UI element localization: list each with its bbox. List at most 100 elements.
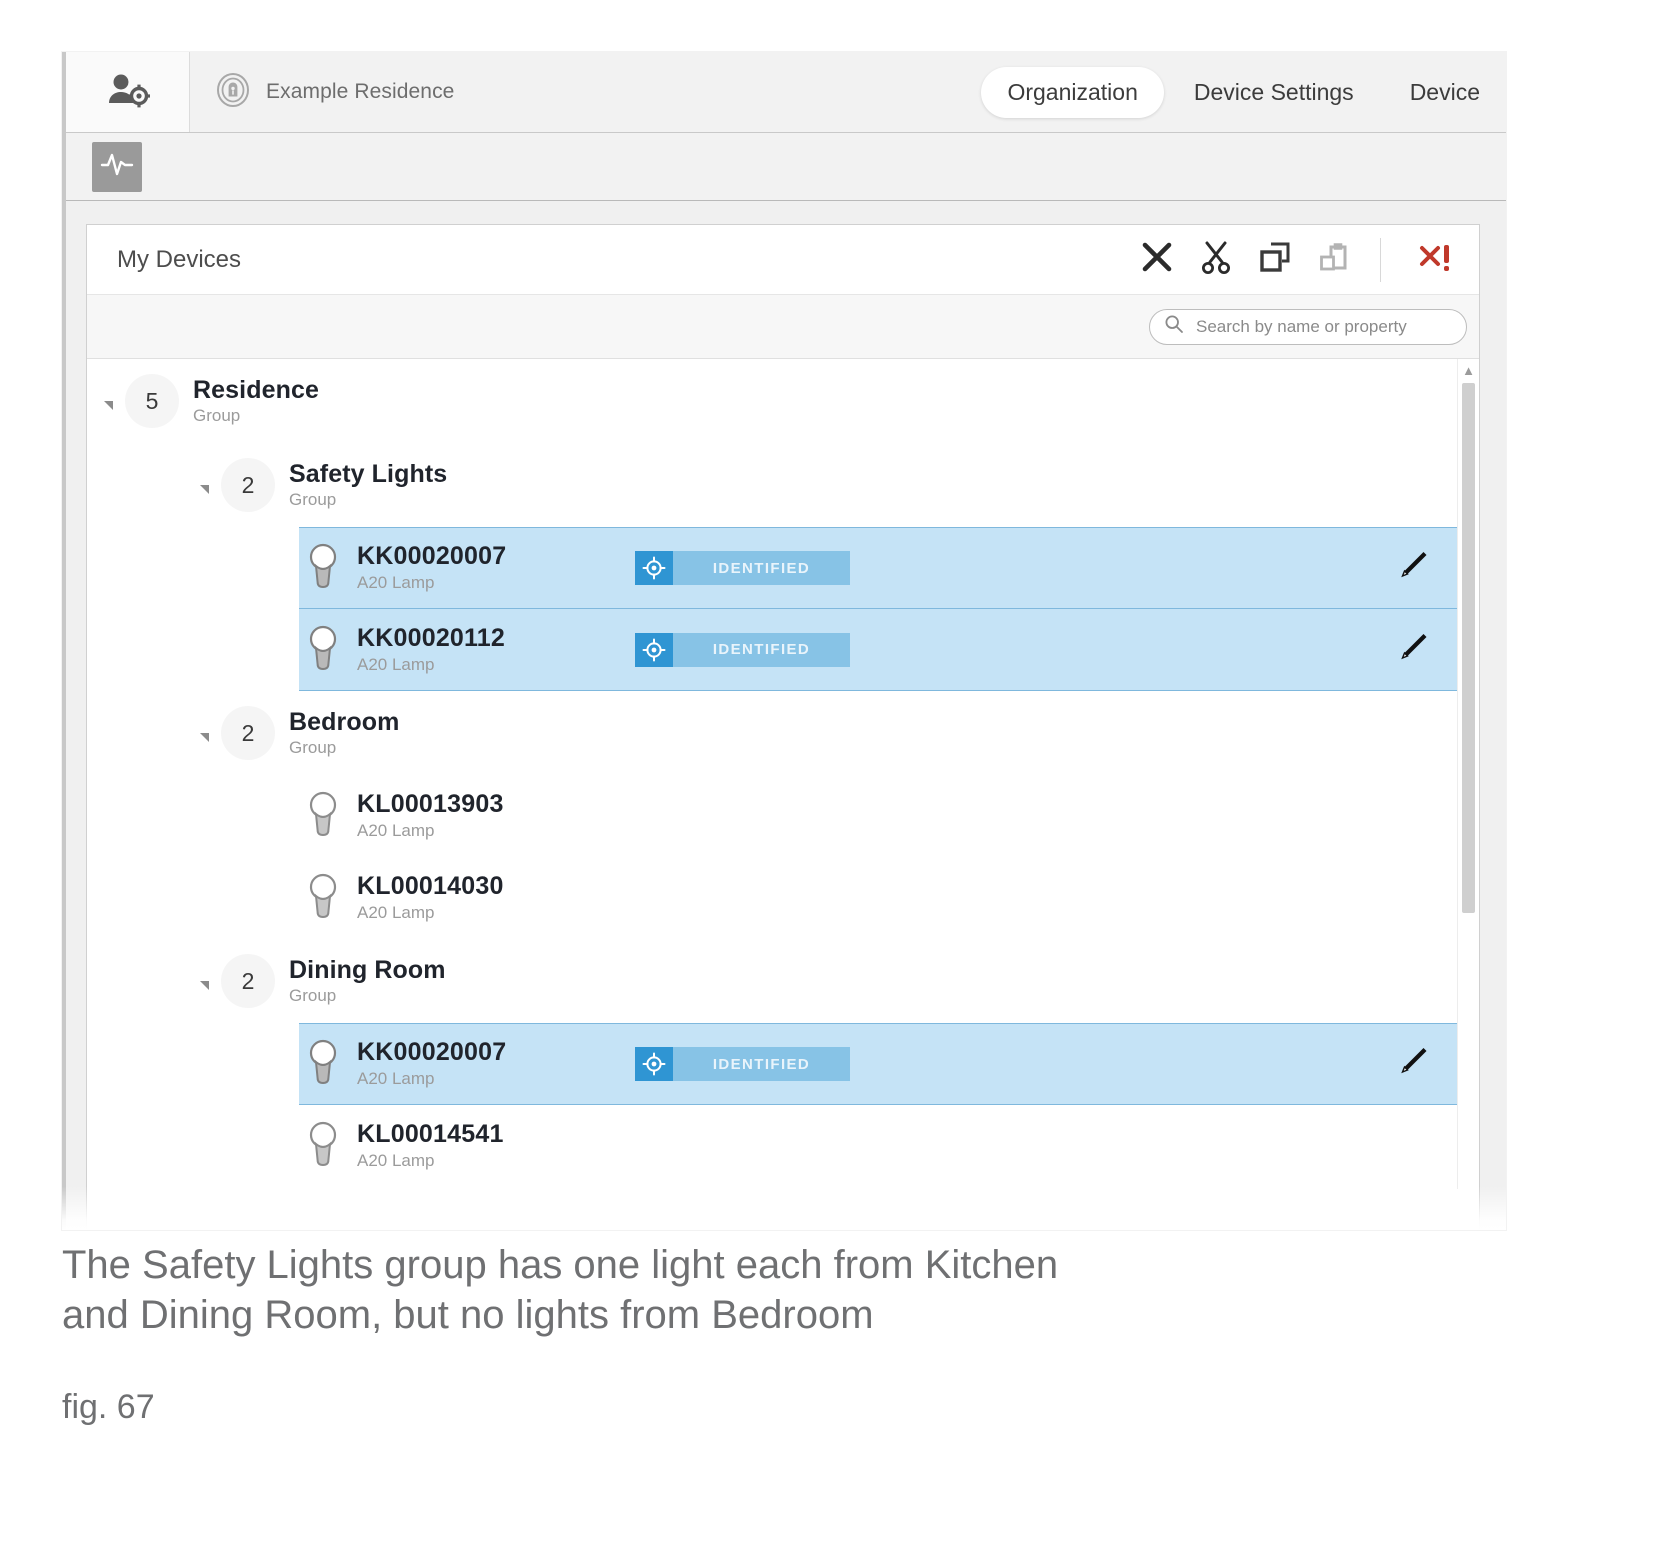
paste-icon	[1318, 240, 1352, 279]
panel-header: My Devices	[87, 225, 1479, 295]
bulb-icon	[299, 542, 347, 594]
identify-target-icon	[635, 551, 673, 585]
app-top-bar: Example Residence Organization Device Se…	[66, 52, 1506, 133]
collapse-caret-icon[interactable]	[193, 722, 215, 744]
device-id: KL00013903	[357, 790, 504, 819]
tree-row-device[interactable]: KK00020007 A20 Lamp IDENTIFIED	[299, 1023, 1457, 1105]
group-count-badge: 2	[221, 954, 275, 1008]
organization-breadcrumb: Example Residence	[190, 52, 981, 132]
group-count-badge: 2	[221, 458, 275, 512]
copy-icon	[1258, 240, 1292, 279]
group-name: Bedroom	[289, 707, 400, 736]
device-id: KL00014030	[357, 872, 504, 901]
figure-caption: The Safety Lights group has one light ea…	[62, 1240, 1482, 1427]
device-type: A20 Lamp	[357, 903, 435, 923]
tree-scrollbar[interactable]: ▲	[1457, 359, 1479, 1189]
collapse-caret-icon[interactable]	[193, 970, 215, 992]
tree-group-safety-lights[interactable]: 2 Safety Lights Group	[87, 443, 1457, 527]
bulb-icon	[299, 1120, 347, 1172]
device-type: A20 Lamp	[357, 573, 435, 593]
status-badge: IDENTIFIED	[635, 1047, 850, 1081]
caption-line-1: The Safety Lights group has one light ea…	[62, 1243, 1059, 1287]
user-settings-button[interactable]	[66, 52, 190, 132]
collapse-caret-icon[interactable]	[97, 390, 119, 412]
pencil-icon	[1395, 1048, 1431, 1084]
tab-device[interactable]: Device	[1384, 67, 1506, 118]
tree-row-device[interactable]: KL00014030 A20 Lamp	[299, 857, 1457, 939]
group-count-badge: 2	[221, 706, 275, 760]
main-nav-tabs: Organization Device Settings Device	[981, 52, 1506, 132]
group-name: Safety Lights	[289, 459, 448, 488]
status-label: IDENTIFIED	[712, 559, 811, 577]
panel-action-toolbar	[1140, 237, 1465, 282]
delete-button[interactable]	[1140, 240, 1174, 279]
device-id: KL00014541	[357, 1120, 504, 1149]
status-label: IDENTIFIED	[712, 1055, 811, 1073]
tree-group-residence[interactable]: 5 Residence Group	[87, 359, 1457, 443]
my-devices-panel: My Devices Search by name or property 5 …	[86, 224, 1480, 1230]
pencil-icon	[1395, 633, 1431, 669]
group-type: Group	[289, 737, 337, 757]
figure-page: Example Residence Organization Device Se…	[0, 0, 1654, 1566]
device-tree: 5 Residence Group 2 Safety Lights Group	[87, 359, 1457, 1189]
tab-device-settings[interactable]: Device Settings	[1168, 67, 1380, 118]
organization-name: Example Residence	[266, 80, 455, 103]
app-screenshot: Example Residence Organization Device Se…	[62, 52, 1506, 1230]
figure-number: fig. 67	[62, 1388, 155, 1426]
edit-device-button[interactable]	[1395, 1044, 1431, 1085]
delete-icon	[1140, 240, 1174, 279]
paste-button[interactable]	[1318, 240, 1352, 279]
device-type: A20 Lamp	[357, 654, 435, 674]
search-container[interactable]	[1149, 308, 1467, 345]
tree-group-dining-room[interactable]: 2 Dining Room Group	[87, 939, 1457, 1023]
cut-icon	[1200, 240, 1232, 279]
group-name: Dining Room	[289, 955, 446, 984]
user-settings-icon	[106, 72, 150, 112]
group-name: Residence	[193, 375, 319, 404]
remove-all-icon	[1419, 240, 1455, 279]
bulb-icon	[299, 624, 347, 676]
device-id: KK00020007	[357, 542, 507, 571]
group-count-badge: 5	[125, 374, 179, 428]
caption-line-2: and Dining Room, but no lights from Bedr…	[62, 1293, 874, 1337]
search-input[interactable]	[1194, 315, 1452, 338]
bulb-icon	[299, 790, 347, 842]
copy-button[interactable]	[1258, 240, 1292, 279]
identify-target-icon	[635, 632, 673, 667]
tree-row-device[interactable]: KK00020007 A20 Lamp IDENTIFIED	[299, 527, 1457, 609]
app-sub-toolbar	[66, 133, 1506, 201]
device-type: A20 Lamp	[357, 821, 435, 841]
search-row	[87, 295, 1479, 359]
pencil-icon	[1395, 552, 1431, 588]
tree-group-bedroom[interactable]: 2 Bedroom Group	[87, 691, 1457, 775]
bulb-icon	[299, 1038, 347, 1090]
toolbar-divider	[1380, 237, 1381, 282]
status-badge: IDENTIFIED	[635, 632, 850, 667]
identify-target-icon	[635, 1047, 673, 1081]
screenshot-left-edge	[62, 52, 66, 1230]
edit-device-button[interactable]	[1395, 548, 1431, 589]
cut-button[interactable]	[1200, 240, 1232, 279]
tree-row-device[interactable]: KL00013903 A20 Lamp	[299, 775, 1457, 857]
device-type: A20 Lamp	[357, 1069, 435, 1089]
scrollbar-thumb[interactable]	[1462, 383, 1475, 913]
scroll-up-icon[interactable]: ▲	[1458, 359, 1479, 381]
device-id: KK00020007	[357, 1038, 507, 1067]
collapse-caret-icon[interactable]	[193, 474, 215, 496]
activity-pulse-icon	[100, 149, 134, 184]
group-type: Group	[289, 985, 337, 1005]
bulb-icon	[299, 872, 347, 924]
tab-organization[interactable]: Organization	[981, 66, 1164, 118]
status-label: IDENTIFIED	[712, 641, 811, 658]
group-type: Group	[193, 405, 241, 425]
device-type: A20 Lamp	[357, 1151, 435, 1171]
group-type: Group	[289, 489, 337, 509]
status-badge: IDENTIFIED	[635, 551, 850, 585]
device-tree-container: 5 Residence Group 2 Safety Lights Group	[87, 359, 1479, 1189]
activity-monitor-button[interactable]	[92, 141, 142, 192]
building-badge-icon	[216, 72, 250, 112]
edit-device-button[interactable]	[1395, 629, 1431, 670]
tree-row-device[interactable]: KL00014541 A20 Lamp	[299, 1105, 1457, 1187]
tree-row-device[interactable]: KK00020112 A20 Lamp IDENTIFIED	[299, 609, 1457, 691]
remove-all-button[interactable]	[1419, 240, 1455, 279]
